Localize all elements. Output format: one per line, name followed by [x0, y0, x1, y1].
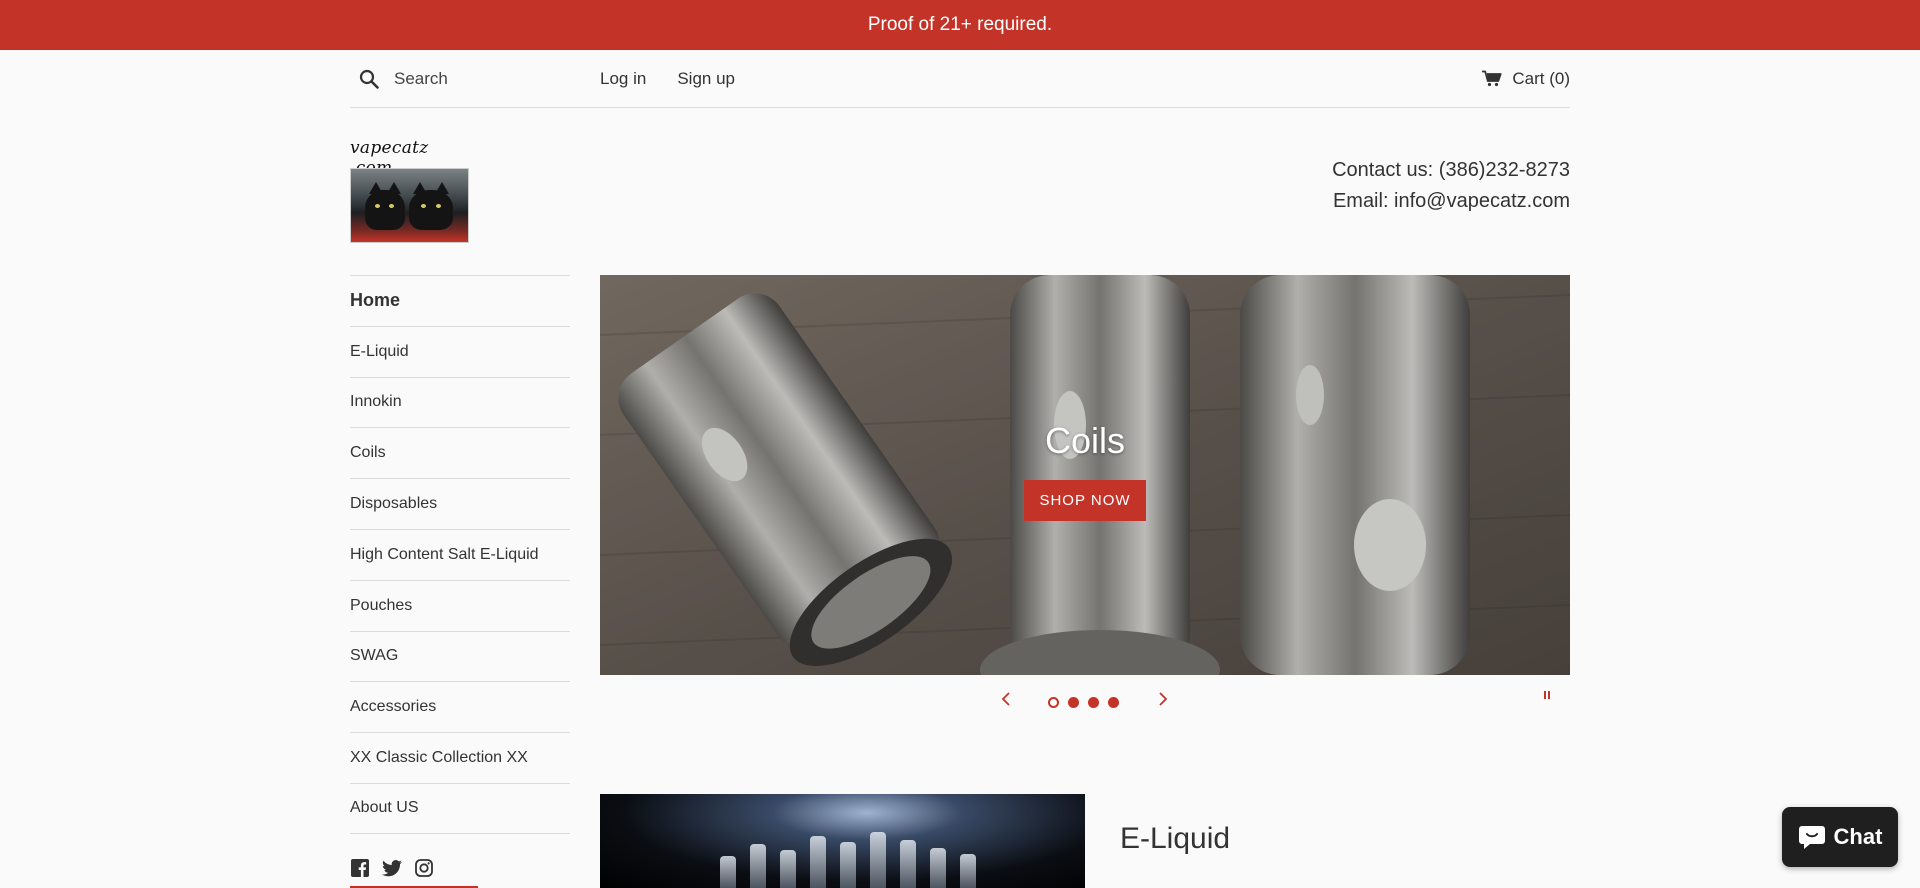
slideshow-controls: [600, 686, 1570, 716]
pause-icon[interactable]: [1540, 691, 1554, 705]
site-logo[interactable]: vapecatz .com: [350, 138, 470, 243]
sidebar-item-e-liquid[interactable]: E-Liquid: [350, 325, 570, 377]
slide-dot-3[interactable]: [1088, 697, 1099, 708]
sidebar-nav: Home E-Liquid Innokin Coils Disposables …: [350, 275, 570, 834]
cart-link[interactable]: Cart (0): [1482, 69, 1570, 89]
cart-icon: [1482, 70, 1502, 87]
sidebar-item-innokin[interactable]: Innokin: [350, 376, 570, 428]
slide-dot-4[interactable]: [1108, 697, 1119, 708]
slide-dot-2[interactable]: [1068, 697, 1079, 708]
signup-link[interactable]: Sign up: [677, 69, 735, 89]
login-link[interactable]: Log in: [600, 69, 646, 89]
slide-dot-1[interactable]: [1048, 697, 1059, 708]
facebook-icon[interactable]: [350, 858, 370, 878]
sidebar-item-about-us[interactable]: About US: [350, 782, 570, 834]
hero-slideshow: Coils SHOP NOW: [600, 275, 1570, 675]
search-icon[interactable]: [354, 64, 384, 94]
sidebar-item-accessories[interactable]: Accessories: [350, 681, 570, 732]
sidebar-item-home[interactable]: Home: [350, 275, 570, 326]
chat-bubble-icon: [1798, 826, 1825, 849]
top-bar: Log in Sign up Cart (0): [350, 50, 1570, 108]
logo-image: [350, 168, 469, 243]
twitter-icon[interactable]: [382, 858, 402, 878]
slide-overlay: Coils SHOP NOW: [600, 275, 1570, 675]
chevron-left-icon: [1001, 692, 1010, 706]
sidebar-item-pouches[interactable]: Pouches: [350, 579, 570, 631]
contact-email: Email: info@vapecatz.com: [1332, 190, 1570, 212]
chat-button[interactable]: Chat: [1782, 807, 1898, 867]
sidebar-item-swag[interactable]: SWAG: [350, 630, 570, 682]
next-slide-button[interactable]: [1153, 686, 1173, 712]
cart-label: Cart (0): [1512, 68, 1570, 88]
slide-dots: [1048, 697, 1119, 708]
e-liquid-feature-image[interactable]: [600, 794, 1085, 888]
sidebar-item-disposables[interactable]: Disposables: [350, 478, 570, 529]
slide-title: Coils: [1044, 419, 1125, 461]
feature-title: E-Liquid: [1120, 822, 1231, 855]
chat-label: Chat: [1833, 824, 1883, 849]
contact-info: Contact us: (386)232-8273 Email: info@va…: [1332, 155, 1570, 217]
previous-slide-button[interactable]: [996, 686, 1016, 712]
social-links: [350, 858, 434, 878]
shop-now-button[interactable]: SHOP NOW: [1024, 479, 1146, 521]
logo-text: vapecatz .com: [350, 138, 429, 178]
chevron-right-icon: [1159, 692, 1168, 706]
announcement-text: Proof of 21+ required.: [867, 14, 1053, 35]
sidebar-item-coils[interactable]: Coils: [350, 427, 570, 478]
sidebar-item-classic-collection[interactable]: XX Classic Collection XX: [350, 732, 570, 783]
sidebar-item-salt-e-liquid[interactable]: High Content Salt E-Liquid: [350, 528, 570, 580]
search-form: [350, 64, 600, 94]
search-input[interactable]: [394, 68, 584, 89]
instagram-icon[interactable]: [414, 858, 434, 878]
age-announcement-bar: Proof of 21+ required.: [0, 0, 1920, 50]
contact-phone: Contact us: (386)232-8273: [1332, 159, 1570, 181]
